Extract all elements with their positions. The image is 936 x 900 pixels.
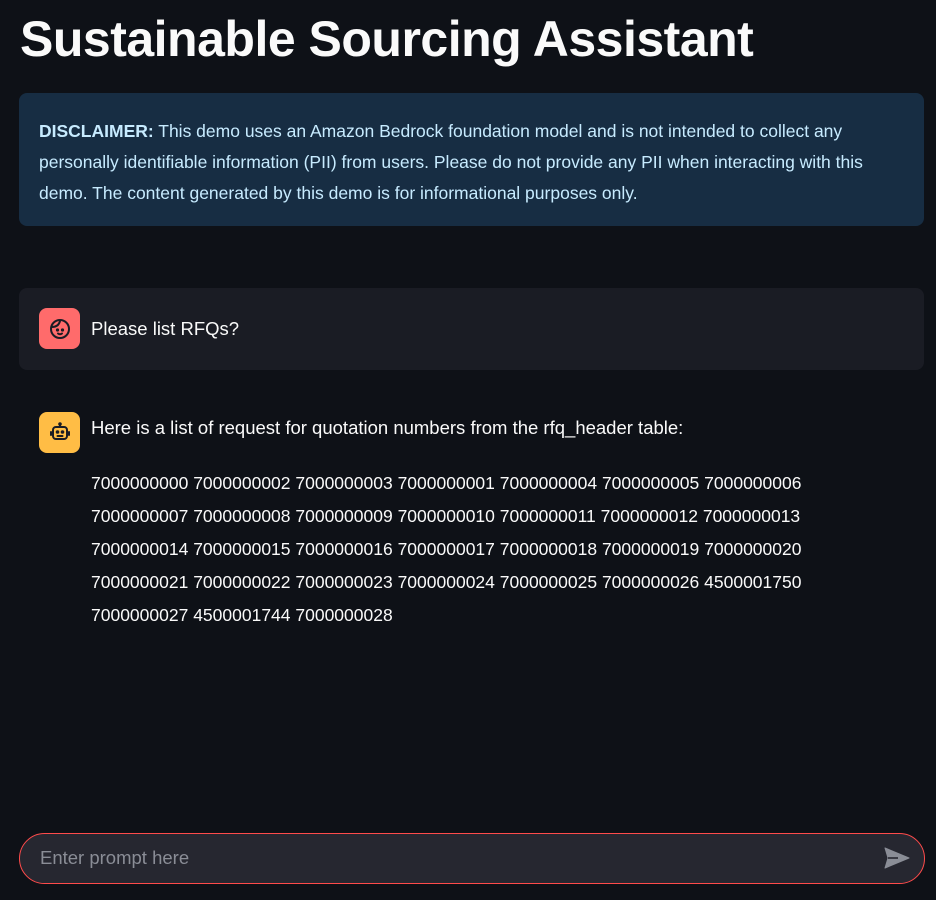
assistant-message-intro: Here is a list of request for quotation … [91,417,684,438]
app-page: Sustainable Sourcing Assistant DISCLAIME… [0,0,936,900]
user-face-icon [39,308,80,349]
send-icon [884,847,910,869]
rfq-list-line: 7000000021 7000000022 7000000023 7000000… [91,572,802,592]
rfq-list-line: 7000000007 7000000008 7000000009 7000000… [91,506,801,526]
user-message-text: Please list RFQs? [91,318,240,339]
robot-icon [39,412,80,453]
page-title: Sustainable Sourcing Assistant [20,11,754,67]
rfq-list-line: 7000000000 7000000002 7000000003 7000000… [91,473,802,493]
disclaimer-label: DISCLAIMER: [39,121,154,141]
disclaimer-banner: DISCLAIMER: This demo uses an Amazon Bed… [19,93,924,226]
rfq-list-line: 7000000027 4500001744 7000000028 [91,605,393,625]
rfq-number-list: 7000000000 7000000002 7000000003 7000000… [91,467,851,632]
disclaimer-text: This demo uses an Amazon Bedrock foundat… [39,121,863,203]
user-message: Please list RFQs? [19,288,924,370]
send-button[interactable] [882,844,912,872]
chat-input-container [19,833,925,884]
prompt-input[interactable] [40,834,860,882]
rfq-list-line: 7000000014 7000000015 7000000016 7000000… [91,539,802,559]
